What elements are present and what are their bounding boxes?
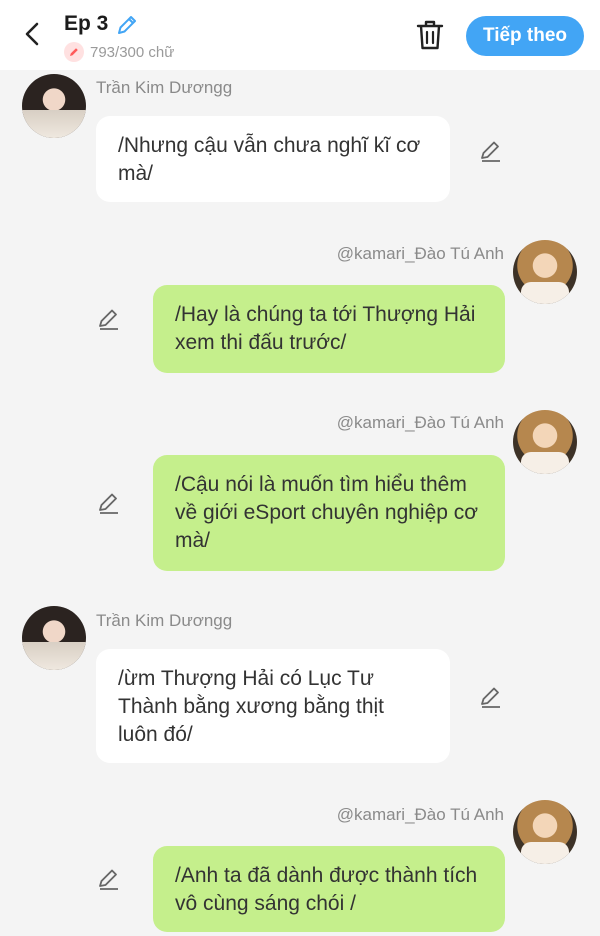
speaker-name: Trần Kim Dươngg [96, 78, 233, 97]
chevron-left-icon [25, 22, 39, 46]
speaker-name: @kamari_Đào Tú Anh [336, 244, 504, 263]
message-bubble[interactable]: /Anh ta đã dành được thành tích vô cùng … [153, 846, 505, 932]
edit-message-icon[interactable] [96, 306, 122, 332]
avatar[interactable] [22, 74, 86, 138]
top-bar: Ep 3 793/300 chữ Tiếp theo [0, 0, 600, 70]
avatar[interactable] [22, 606, 86, 670]
trash-icon[interactable] [414, 18, 446, 52]
message-bubble[interactable]: /Hay là chúng ta tới Thượng Hải xem thi … [153, 285, 505, 373]
edit-message-icon[interactable] [96, 490, 122, 516]
avatar[interactable] [513, 800, 577, 864]
speaker-name: @kamari_Đào Tú Anh [336, 413, 504, 432]
speaker-name: Trần Kim Dươngg [96, 611, 233, 630]
pencil-badge-icon [64, 42, 84, 62]
episode-title: Ep 3 [64, 12, 109, 35]
edit-title-icon[interactable] [114, 12, 140, 38]
word-count: 793/300 chữ [64, 42, 174, 62]
word-count-text: 793/300 chữ [90, 43, 175, 61]
next-button[interactable]: Tiếp theo [466, 16, 584, 56]
message-bubble[interactable]: /Nhưng cậu vẫn chưa nghĩ kĩ cơ mà/ [96, 116, 450, 202]
edit-message-icon[interactable] [478, 684, 504, 710]
message-bubble[interactable]: /Cậu nói là muốn tìm hiểu thêm về giới e… [153, 455, 505, 571]
edit-message-icon[interactable] [96, 866, 122, 892]
avatar[interactable] [513, 410, 577, 474]
avatar[interactable] [513, 240, 577, 304]
speaker-name: @kamari_Đào Tú Anh [336, 805, 504, 824]
message-bubble[interactable]: /ừm Thượng Hải có Lục Tư Thành bằng xươn… [96, 649, 450, 763]
edit-message-icon[interactable] [478, 138, 504, 164]
back-button[interactable] [16, 18, 48, 50]
